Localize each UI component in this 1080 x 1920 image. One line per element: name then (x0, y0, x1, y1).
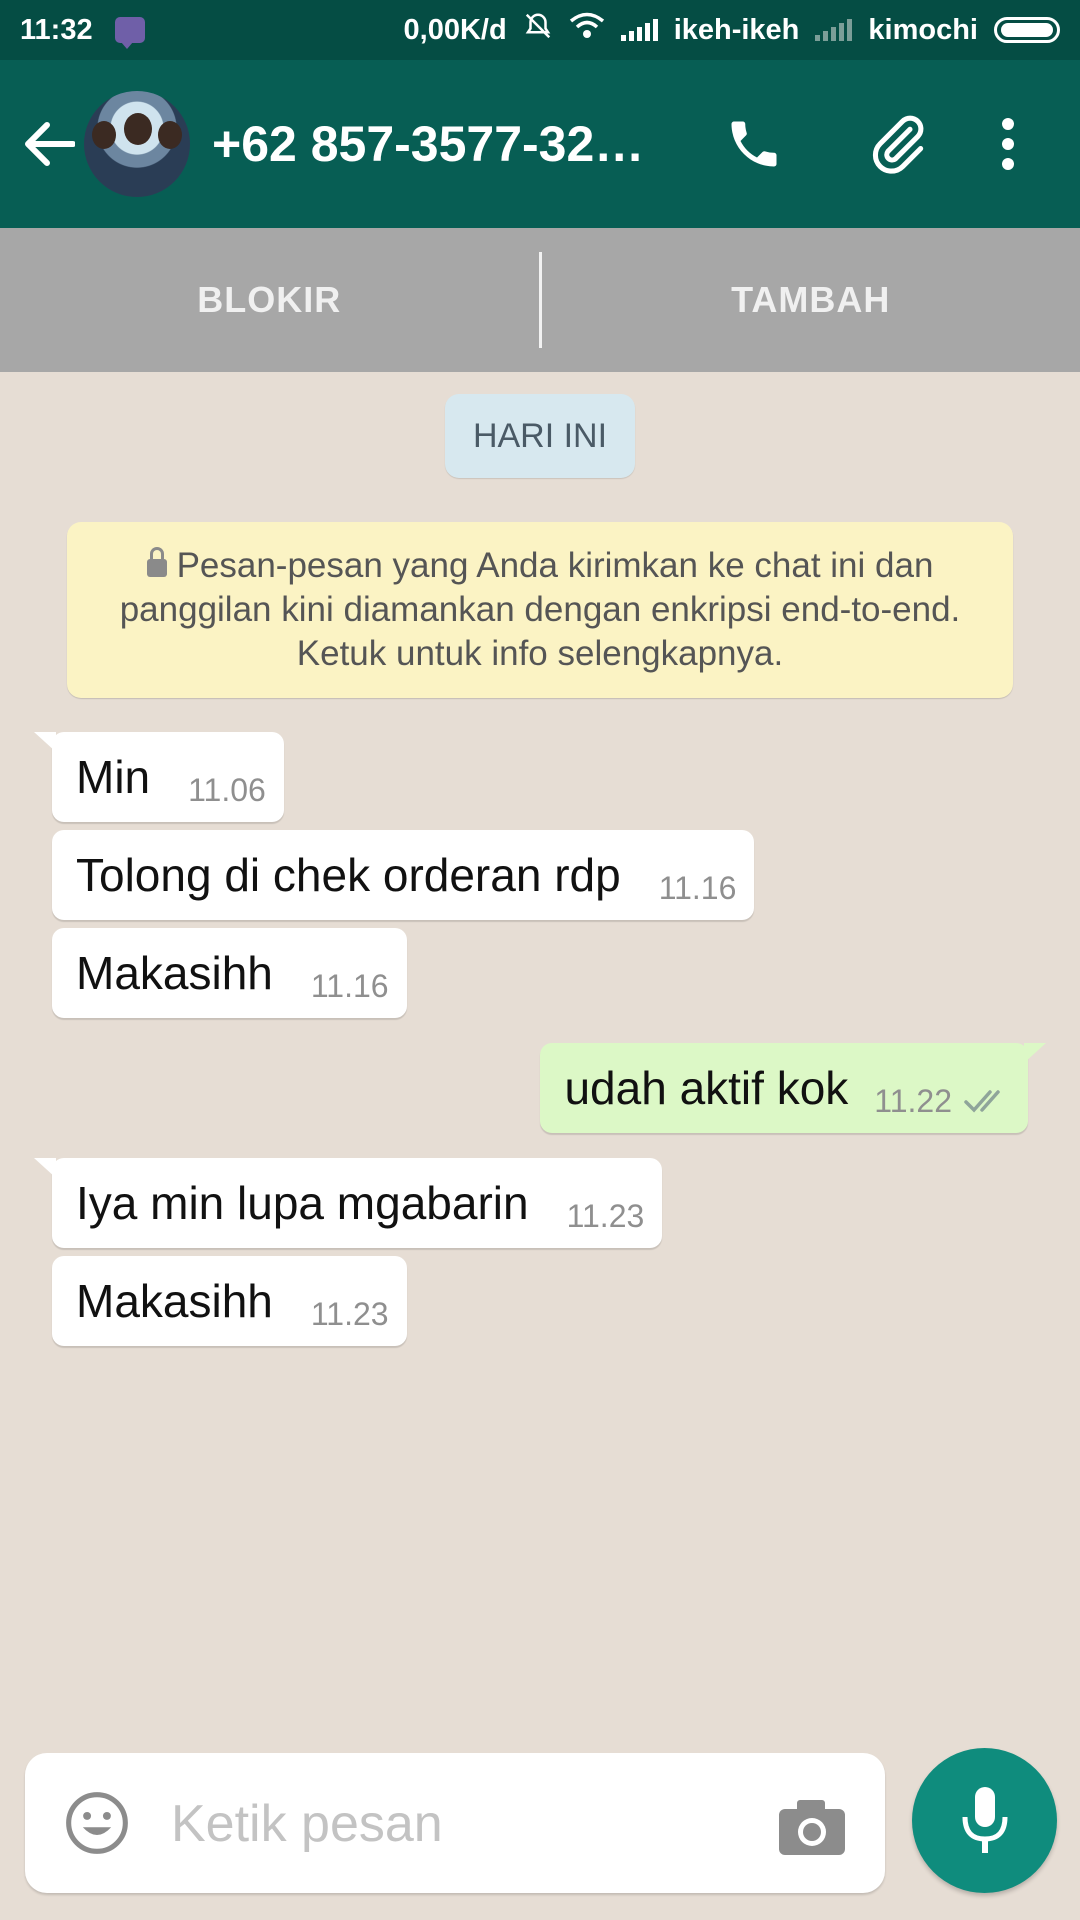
message-time: 11.23 (566, 1197, 645, 1234)
message-bubble-incoming[interactable]: Tolong di chek orderan rdp 11.16 (52, 830, 755, 920)
mic-icon (962, 1786, 1007, 1853)
message-time: 11.16 (310, 967, 389, 1004)
emoji-icon (66, 1792, 128, 1854)
message-text: Makasihh (76, 1275, 273, 1327)
message-text: Tolong di chek orderan rdp (76, 849, 621, 901)
camera-button[interactable] (777, 1797, 847, 1862)
bbm-icon (114, 17, 145, 49)
message-time: 11.22 (874, 1082, 952, 1119)
status-bar: 11:32 0,00K/d ikeh-ikeh kimochi (0, 0, 1080, 60)
date-chip: HARI INI (445, 394, 635, 478)
message-bubble-incoming[interactable]: Iya min lupa mgabarin 11.23 (34, 1158, 663, 1248)
message-input[interactable] (169, 1781, 773, 1867)
double-check-icon (964, 1087, 1010, 1115)
more-options-button[interactable] (996, 114, 1020, 174)
back-button[interactable] (20, 115, 78, 173)
signal-icon (815, 19, 853, 41)
camera-icon (779, 1800, 845, 1855)
message-text: Makasihh (76, 947, 273, 999)
message-bubble-incoming[interactable]: Makasihh 11.23 (52, 1256, 407, 1346)
app-bar: +62 857-3577-32… (0, 60, 1080, 228)
carrier-1: ikeh-ikeh (673, 13, 800, 46)
encryption-notice-text: Pesan-pesan yang Anda kirimkan ke chat i… (119, 546, 961, 673)
encryption-notice[interactable]: Pesan-pesan yang Anda kirimkan ke chat i… (67, 522, 1013, 698)
block-button[interactable]: BLOKIR (0, 279, 539, 321)
emoji-button[interactable] (63, 1789, 131, 1862)
carrier-2: kimochi (868, 13, 978, 46)
call-icon (731, 121, 777, 167)
attach-button[interactable] (866, 112, 930, 176)
message-text: udah aktif kok (564, 1062, 849, 1114)
call-button[interactable] (724, 114, 784, 174)
wifi-icon (569, 12, 605, 48)
message-bubble-incoming[interactable]: Makasihh 11.16 (52, 928, 407, 1018)
message-bubble-incoming[interactable]: Min 11.06 (34, 732, 284, 822)
message-text: Iya min lupa mgabarin (76, 1177, 529, 1229)
lock-icon (146, 547, 167, 577)
message-text: Min (76, 751, 151, 803)
more-vert-icon (1002, 118, 1014, 170)
attach-icon (872, 115, 924, 174)
silent-icon (523, 11, 553, 49)
message-time: 11.06 (188, 771, 266, 808)
message-time: 11.16 (658, 869, 737, 906)
status-time: 11:32 (20, 13, 93, 46)
voice-record-button[interactable] (912, 1748, 1057, 1893)
add-contact-button[interactable]: TAMBAH (542, 279, 1080, 321)
back-arrow-icon (25, 122, 75, 166)
message-time: 11.23 (310, 1295, 389, 1332)
network-speed: 0,00K/d (403, 13, 507, 46)
message-bubble-outgoing[interactable]: udah aktif kok 11.22 (540, 1043, 1046, 1133)
battery-icon (994, 17, 1060, 43)
spam-action-bar: BLOKIR TAMBAH (0, 228, 1080, 372)
chat-area[interactable]: HARI INI Pesan-pesan yang Anda kirimkan … (0, 372, 1080, 1920)
message-composer (25, 1753, 885, 1893)
avatar[interactable] (84, 91, 190, 197)
signal-icon (620, 19, 658, 41)
contact-title[interactable]: +62 857-3577-32… (212, 115, 692, 173)
